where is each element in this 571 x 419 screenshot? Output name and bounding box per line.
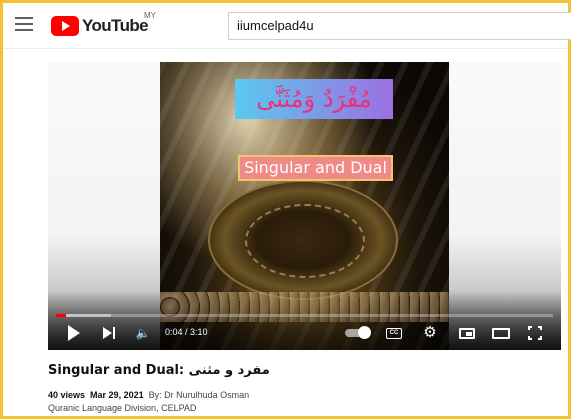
arabic-title-banner: مُفْرَدٌ وَمُثَنَّى [235, 79, 393, 119]
video-player[interactable]: مُفْرَدٌ وَمُثَنَّى Singular and Dual 🔈 … [48, 62, 561, 350]
captions-icon[interactable]: CC [386, 328, 402, 339]
controls-overlay [48, 290, 561, 350]
fullscreen-icon[interactable] [528, 326, 542, 340]
video-title: Singular and Dual: مفرد و مثنى [48, 363, 270, 378]
channel-line: Quranic Language Division, CELPAD [48, 403, 197, 413]
progress-played [56, 314, 67, 317]
youtube-logo[interactable]: YouTube MY [51, 11, 156, 37]
miniplayer-icon[interactable] [459, 328, 475, 339]
logo-text: YouTube [82, 16, 149, 35]
logo-country-code: MY [144, 11, 156, 20]
time-display: 0:04 / 3:10 [165, 327, 208, 337]
menu-icon[interactable] [15, 17, 33, 31]
play-icon[interactable] [66, 324, 82, 342]
quran-emblem-image [208, 180, 398, 300]
video-meta: 40 views Mar 29, 2021 By: Dr Nurulhuda O… [48, 390, 249, 400]
progress-bar[interactable] [56, 314, 553, 317]
search-input[interactable]: iiumcelpad4u [228, 12, 571, 40]
top-header: YouTube MY iiumcelpad4u [3, 3, 571, 49]
author-line: By: Dr Nurulhuda Osman [148, 390, 250, 400]
settings-gear-icon[interactable]: ⚙ [422, 325, 438, 341]
subtitle-banner: Singular and Dual [238, 155, 393, 181]
view-count: 40 views [48, 390, 86, 400]
volume-icon[interactable]: 🔈 [136, 324, 151, 342]
publish-date: Mar 29, 2021 [90, 390, 144, 400]
youtube-logo-icon [51, 16, 79, 36]
next-icon[interactable] [102, 324, 116, 342]
theater-mode-icon[interactable] [492, 328, 510, 339]
autoplay-toggle-icon[interactable] [345, 326, 371, 339]
